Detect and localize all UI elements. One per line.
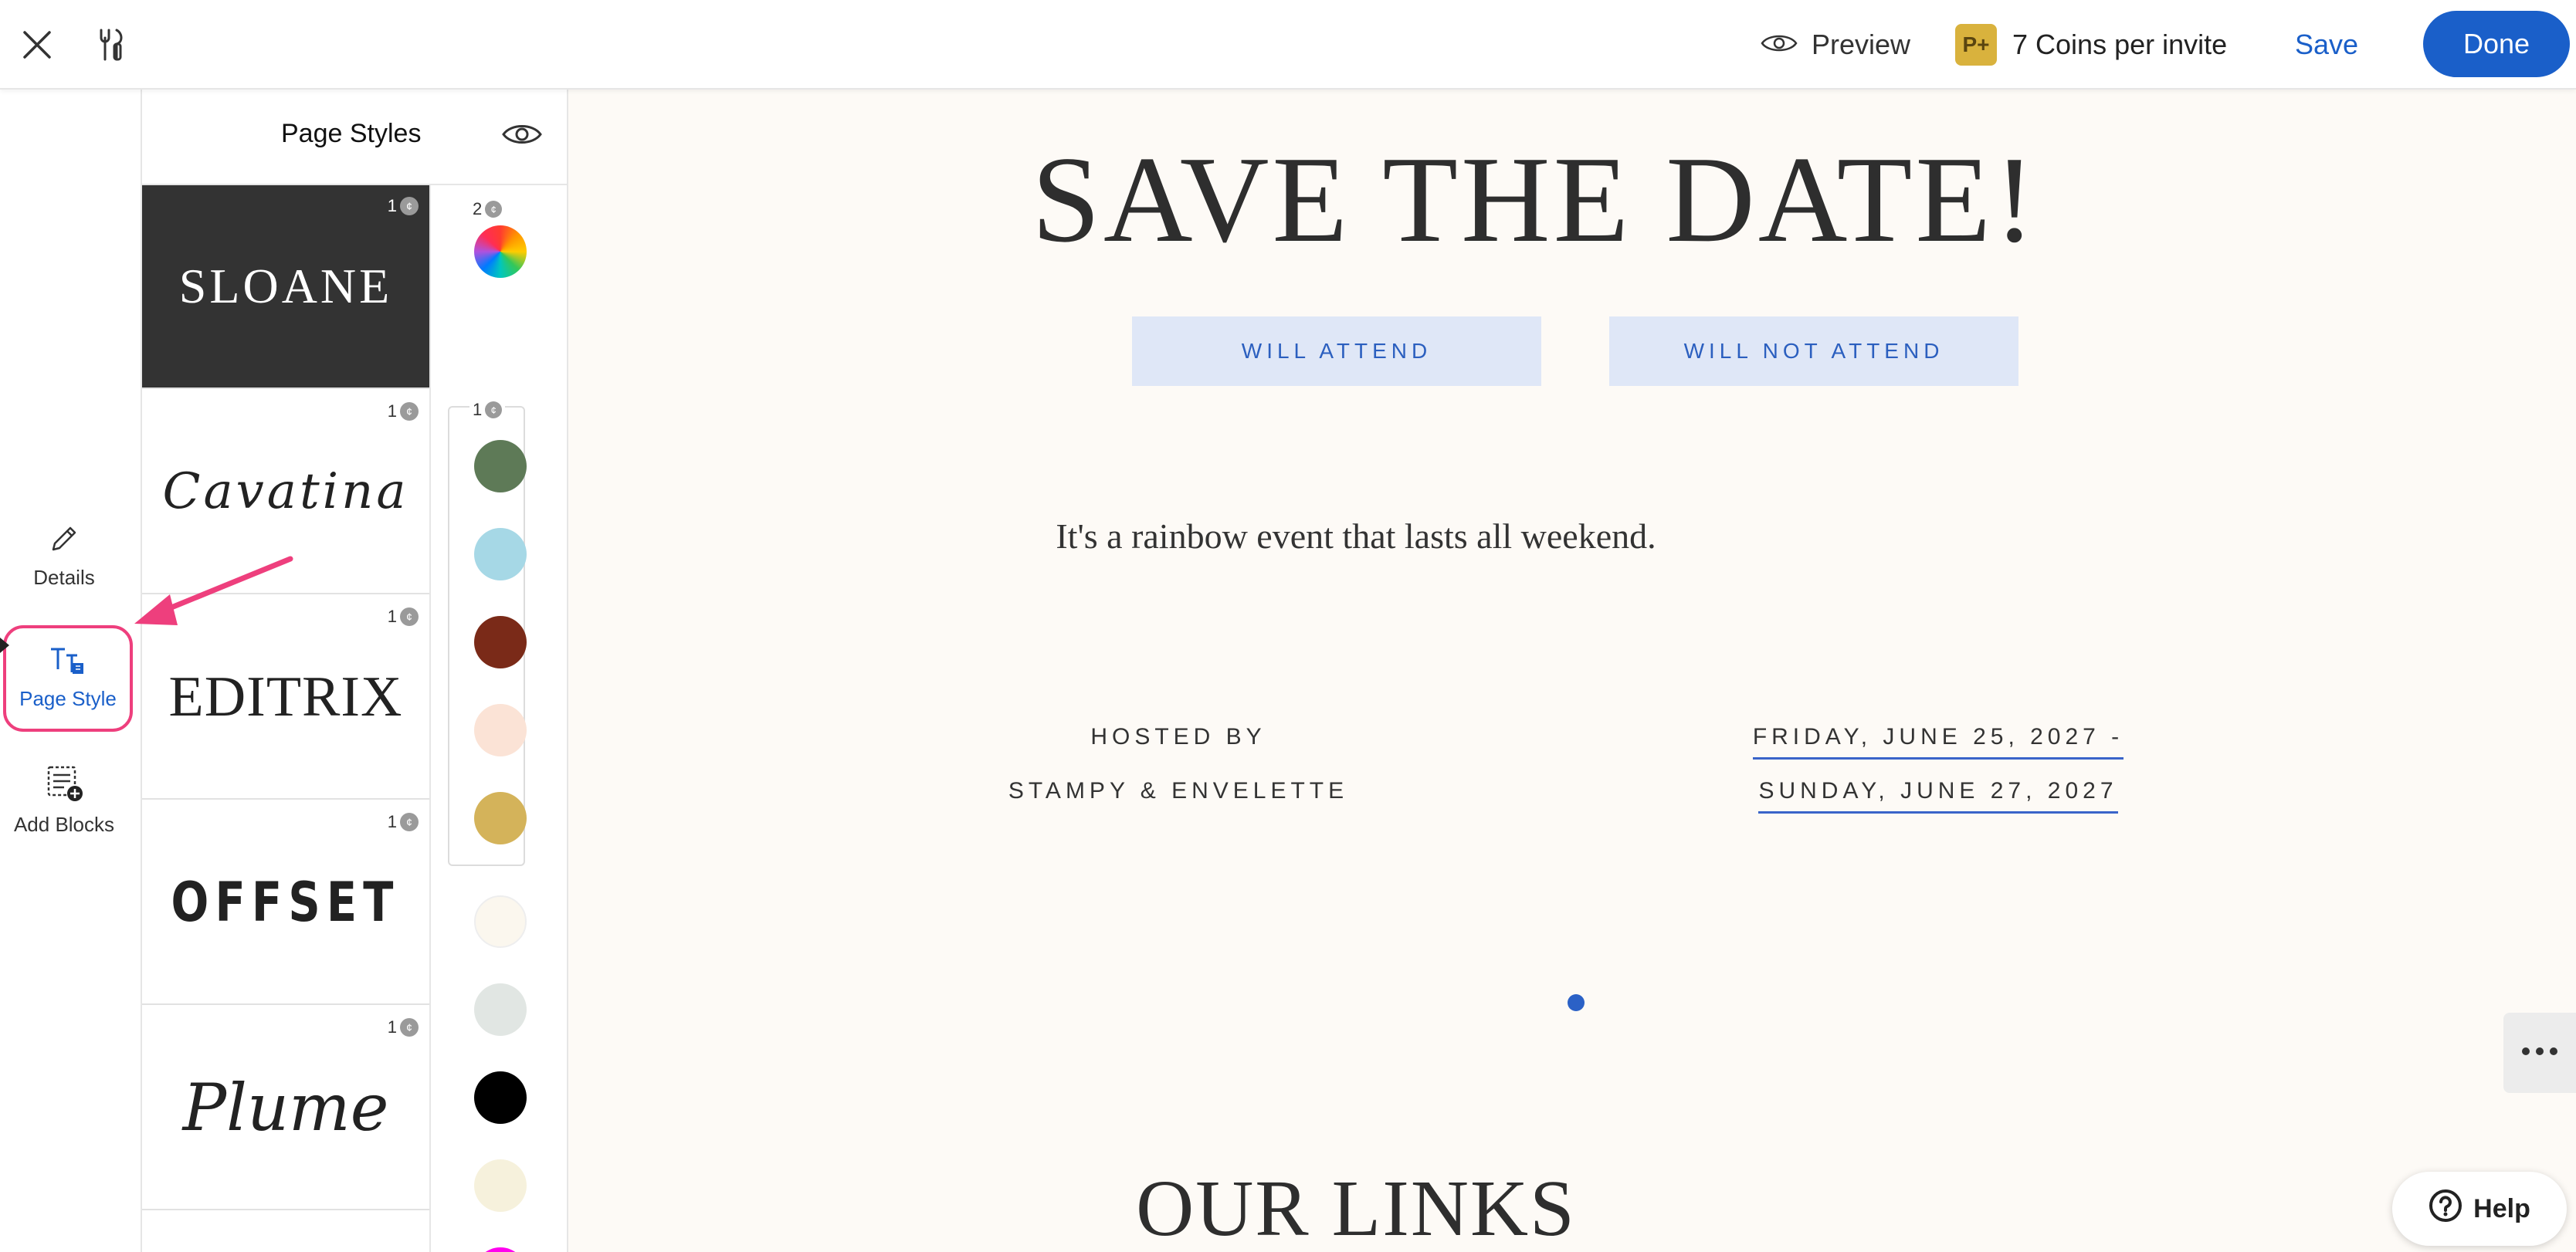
color-palette-list: 2 ¢ 1 ¢ <box>432 185 568 1252</box>
top-bar: Preview P+ 7 Coins per invite Save Done <box>0 0 2576 90</box>
rail-item-label: Page Style <box>19 687 117 710</box>
font-name: OFFSET <box>171 871 401 934</box>
color-swatch[interactable] <box>474 983 527 1036</box>
event-date-start[interactable]: FRIDAY, JUNE 25, 2027 - <box>1699 724 2178 760</box>
coin-icon: ¢ <box>400 813 419 831</box>
coin-badge-icon: P+ <box>1955 24 1997 66</box>
coin-icon: ¢ <box>400 1018 419 1037</box>
coin-cost: 1 ¢ <box>388 401 419 421</box>
coin-icon: ¢ <box>485 201 503 218</box>
invite-canvas: SAVE THE DATE! WILL ATTEND WILL NOT ATTE… <box>568 90 2576 1252</box>
font-list: 1 ¢ SLOANE 1 ¢ Cavatina 1 ¢ EDITRIX 1 ¢ OFFS… <box>142 185 431 1252</box>
font-tile-sloane[interactable]: 1 ¢ SLOANE <box>142 185 429 389</box>
coin-cost: 1 ¢ <box>469 400 506 420</box>
coin-cost: 1 ¢ <box>388 196 419 216</box>
preview-label: Preview <box>1812 29 1911 60</box>
color-swatch[interactable] <box>474 792 527 844</box>
panel-title: Page Styles <box>281 119 422 148</box>
coin-cost: 1 ¢ <box>388 607 419 627</box>
font-tile-plume[interactable]: 1 ¢ Plume <box>142 1007 429 1210</box>
hosted-by-label: HOSTED BY <box>1090 724 1266 750</box>
rail-item-add-blocks[interactable]: Add Blocks <box>0 764 128 837</box>
coins-label: 7 Coins per invite <box>2012 29 2228 60</box>
color-swatch[interactable] <box>474 1071 527 1124</box>
preview-button[interactable]: Preview <box>1761 20 1910 69</box>
tools-icon[interactable] <box>86 20 136 69</box>
page-style-icon <box>49 646 86 681</box>
coin-icon: ¢ <box>485 401 503 418</box>
color-swatch[interactable] <box>474 616 527 668</box>
coin-icon: ¢ <box>400 607 419 626</box>
rail-item-label: Details <box>33 566 95 589</box>
panel-header: Page Styles <box>142 90 568 185</box>
save-button[interactable]: Save <box>2295 20 2358 69</box>
annotation-arrow-icon <box>134 556 293 625</box>
cursor-pointer-indicator <box>0 638 9 653</box>
eye-icon[interactable] <box>499 117 545 151</box>
rail-item-details[interactable]: Details <box>0 522 128 590</box>
help-label: Help <box>2473 1193 2530 1223</box>
coin-cost: 1 ¢ <box>388 812 419 832</box>
rail-item-label: Add Blocks <box>13 813 115 836</box>
event-date-end[interactable]: SUNDAY, JUNE 27, 2027 <box>1699 778 2178 814</box>
font-name: Plume <box>182 1070 389 1145</box>
font-name: SLOANE <box>178 259 393 313</box>
page-indicator-dot[interactable] <box>1568 994 1585 1011</box>
ellipsis-icon <box>2521 1046 2558 1060</box>
pencil-icon <box>47 522 81 560</box>
color-swatch[interactable] <box>474 440 527 492</box>
will-attend-button[interactable]: WILL ATTEND <box>1132 316 1541 386</box>
color-swatch[interactable] <box>474 528 527 580</box>
color-swatch[interactable] <box>474 1247 527 1252</box>
event-description[interactable]: It's a rainbow event that lasts all week… <box>954 516 1757 557</box>
color-swatch[interactable] <box>474 895 527 948</box>
left-rail: Details Page Style Add Blocks <box>0 90 141 1252</box>
color-swatch[interactable] <box>474 1159 527 1212</box>
page-styles-panel: Page Styles 1 ¢ SLOANE 1 ¢ Cavatina 1 ¢ EDI… <box>141 90 568 1252</box>
more-options-button[interactable] <box>2503 1013 2576 1093</box>
page-title[interactable]: SAVE THE DATE! <box>1032 128 2035 271</box>
font-name: EDITRIX <box>168 665 403 729</box>
links-section-title: OUR LINKS <box>1136 1164 1576 1252</box>
add-blocks-icon <box>44 764 84 807</box>
font-tile-offset[interactable]: 1 ¢ OFFSET <box>142 801 429 1005</box>
question-icon <box>2429 1189 2462 1230</box>
will-not-attend-button[interactable]: WILL NOT ATTEND <box>1609 316 2018 386</box>
coin-cost: 2 ¢ <box>473 199 503 219</box>
coins-indicator[interactable]: P+ 7 Coins per invite <box>1955 20 2227 69</box>
color-swatch[interactable] <box>474 704 527 756</box>
eye-icon <box>1761 31 1798 59</box>
coin-cost: 1 ¢ <box>388 1017 419 1037</box>
host-names: STAMPY & ENVELETTE <box>1008 778 1349 804</box>
close-icon[interactable] <box>12 20 62 69</box>
font-name: Cavatina <box>162 463 409 520</box>
coin-icon: ¢ <box>400 197 419 215</box>
rainbow-swatch[interactable] <box>474 225 527 278</box>
help-button[interactable]: Help <box>2392 1172 2567 1246</box>
rail-item-page-style[interactable]: Page Style <box>3 625 133 732</box>
coin-icon: ¢ <box>400 402 419 421</box>
done-button[interactable]: Done <box>2423 11 2570 77</box>
